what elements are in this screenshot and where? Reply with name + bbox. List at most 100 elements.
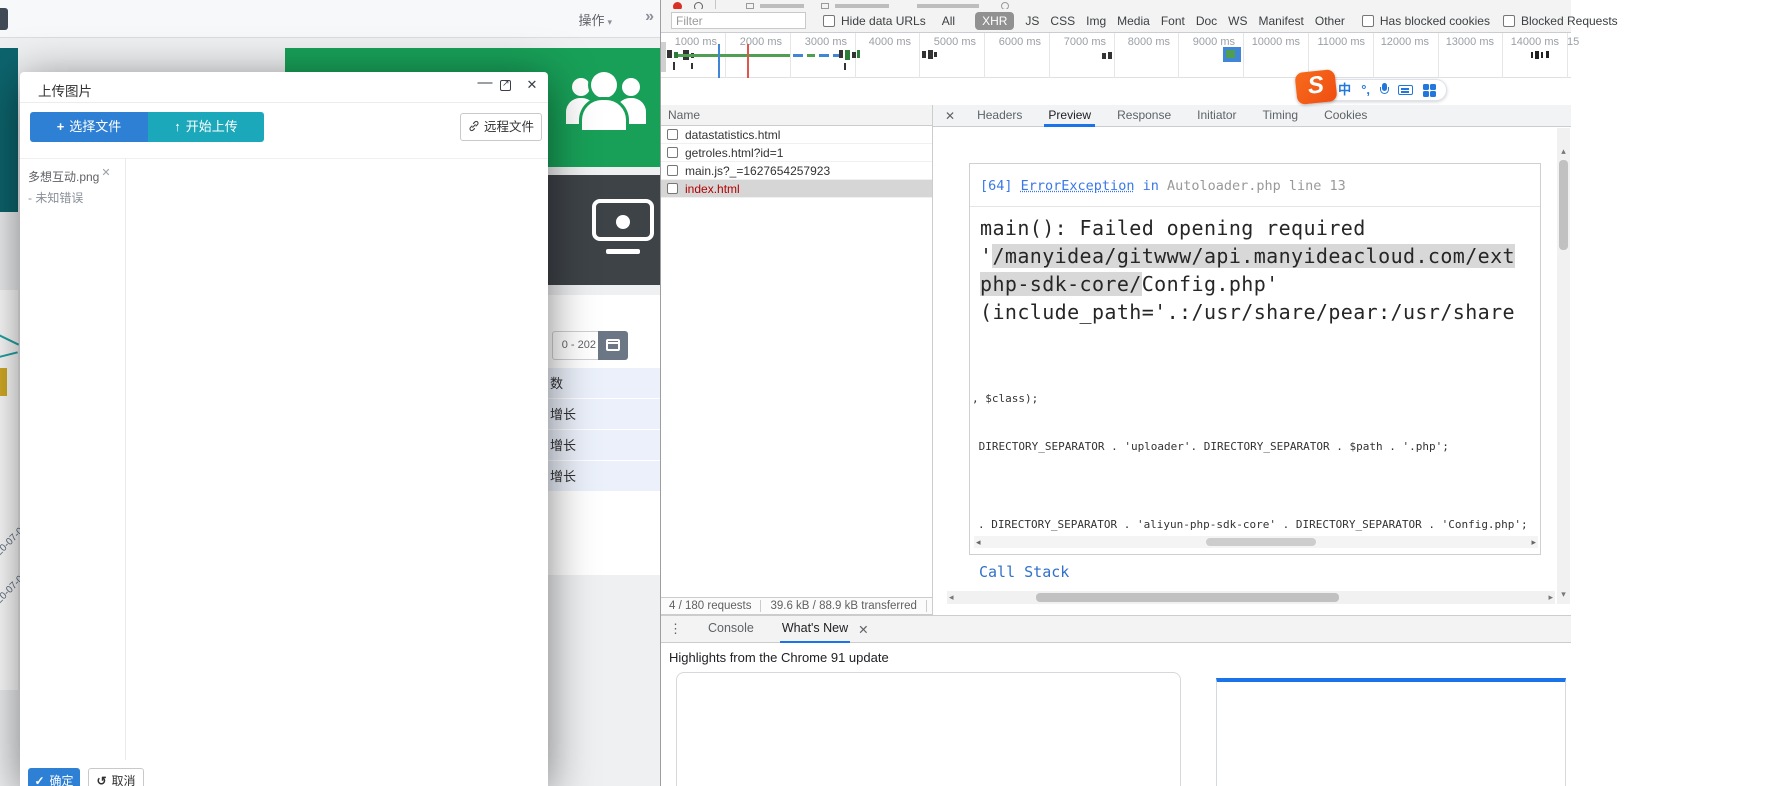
remote-file-button[interactable]: 远程文件 [460, 113, 542, 141]
tab-response[interactable]: Response [1113, 105, 1175, 127]
tab-cookies[interactable]: Cookies [1320, 105, 1371, 127]
request-row[interactable]: main.js?_=1627654257923 [661, 162, 932, 180]
blocked-requests-checkbox[interactable] [1502, 14, 1515, 27]
collapse-chevrons-icon[interactable]: » [645, 8, 654, 26]
close-drawer-tab-icon[interactable]: ✕ [858, 622, 868, 637]
divider [715, 0, 716, 9]
horizontal-scrollbar[interactable]: ◂ ▸ [974, 536, 1538, 548]
stat-list: 数 增长 增长 增长 [548, 368, 660, 492]
ruler-tick: 13000 ms [1445, 36, 1494, 48]
column-header-name[interactable]: Name [661, 105, 932, 126]
filter-type-js[interactable]: JS [1025, 14, 1039, 28]
scroll-down-icon[interactable]: ▾ [1559, 589, 1568, 600]
tab-timing[interactable]: Timing [1259, 105, 1303, 127]
filter-input[interactable] [671, 12, 806, 29]
action-dropdown[interactable]: 操作 ▾ [578, 10, 612, 29]
toolbox-grid-icon[interactable] [1423, 83, 1436, 97]
caret-down-icon: ▾ [607, 17, 612, 27]
calendar-button[interactable] [598, 331, 628, 360]
close-detail-icon[interactable]: ✕ [945, 109, 955, 123]
scroll-left-icon[interactable]: ◂ [976, 537, 981, 548]
remove-file-icon[interactable]: ✕ [101, 167, 110, 179]
sidebar-toggle-fragment[interactable] [0, 8, 8, 30]
throttling-fragment[interactable] [917, 4, 979, 8]
dialog-titlebar: 上传图片 — ↗ ✕ [20, 72, 548, 103]
minimize-icon[interactable]: — [476, 74, 494, 96]
record-icon[interactable] [673, 2, 682, 9]
network-status-bar: 4 / 180 requests 39.6 kB / 88.9 kB trans… [661, 597, 932, 615]
action-dropdown-label: 操作 [578, 13, 605, 28]
scroll-left-icon[interactable]: ◂ [949, 592, 954, 603]
filter-type-media[interactable]: Media [1117, 14, 1150, 28]
filter-type-xhr[interactable]: XHR [975, 11, 1015, 30]
scrollbar-thumb[interactable] [1559, 160, 1568, 250]
network-overview-ruler[interactable]: 1000 ms 2000 ms 3000 ms 4000 ms 5000 ms … [661, 33, 1579, 78]
filter-type-all[interactable]: All [942, 14, 955, 28]
row-checkbox[interactable] [667, 183, 678, 194]
start-upload-button[interactable]: ↑ 开始上传 [148, 112, 264, 142]
whats-new-card-highlight[interactable] [1216, 678, 1566, 786]
tab-preview[interactable]: Preview [1044, 105, 1096, 127]
chart-line-segment [0, 351, 18, 359]
tab-console[interactable]: Console [706, 615, 756, 643]
request-row-selected[interactable]: index.html [661, 180, 932, 198]
cancel-button[interactable]: ↺ 取消 [88, 768, 144, 786]
scroll-right-icon[interactable]: ▸ [1548, 592, 1553, 603]
row-checkbox[interactable] [667, 165, 678, 176]
has-blocked-cookies-label: Has blocked cookies [1379, 13, 1490, 28]
hide-data-urls-checkbox[interactable] [823, 14, 835, 27]
scroll-up-icon[interactable]: ▴ [1559, 146, 1568, 157]
filter-type-other[interactable]: Other [1315, 14, 1345, 28]
filter-type-doc[interactable]: Doc [1196, 14, 1217, 28]
ime-language-toggle[interactable]: 中 [1338, 80, 1351, 100]
row-checkbox[interactable] [667, 129, 678, 140]
clear-icon[interactable] [694, 2, 703, 9]
scrollbar-thumb[interactable] [1036, 593, 1339, 602]
close-icon[interactable]: ✕ [523, 77, 541, 99]
tab-initiator[interactable]: Initiator [1193, 105, 1240, 127]
filter-type-font[interactable]: Font [1161, 14, 1185, 28]
scroll-right-icon[interactable]: ▸ [1531, 537, 1536, 548]
scrollbar-thumb[interactable] [1206, 538, 1316, 546]
filter-type-css[interactable]: CSS [1050, 14, 1075, 28]
date-range-input[interactable]: 0 - 202 [552, 331, 598, 360]
exception-link[interactable]: ErrorException [1021, 178, 1135, 194]
call-stack-link[interactable]: Call Stack [979, 563, 1069, 581]
row-checkbox[interactable] [667, 147, 678, 158]
ruler-tick: 10000 ms [1251, 36, 1300, 48]
whats-new-card[interactable] [676, 672, 1181, 786]
detail-tab-bar: ✕ Headers Preview Response Initiator Tim… [933, 105, 1571, 127]
uploaded-file-item: 多想互动.png ✕ - 未知错误 [28, 167, 123, 206]
request-row[interactable]: getroles.html?id=1 [661, 144, 932, 162]
screenshot-root: 操作 ▾ » 2020-07-02 2020-07-0 0 - 202 数 增长… [0, 0, 1789, 786]
error-line: (include_path='.:/usr/share/pear:/usr/sh… [980, 300, 1515, 324]
has-blocked-cookies-checkbox[interactable] [1361, 14, 1374, 27]
waterfall-tick [1531, 52, 1533, 58]
link-icon [469, 120, 479, 132]
sogou-logo[interactable]: S [1294, 68, 1338, 106]
overview-handle[interactable] [661, 42, 666, 72]
filter-type-manifest[interactable]: Manifest [1259, 14, 1304, 28]
tab-whats-new[interactable]: What's New [779, 615, 851, 643]
ime-punctuation-toggle[interactable]: °, [1361, 80, 1370, 100]
waterfall-tick [1541, 52, 1543, 58]
confirm-button[interactable]: ✓ 确定 [28, 768, 80, 786]
microphone-icon[interactable] [1380, 83, 1389, 97]
ruler-tick: 8000 ms [1127, 36, 1170, 48]
request-row[interactable]: datastatistics.html [661, 126, 932, 144]
more-menu-icon[interactable]: ⋮ [669, 621, 682, 637]
stat-row: 增长 [548, 461, 660, 492]
code-snippet: , $class); DIRECTORY_SEPARATOR . 'upload… [972, 392, 1449, 453]
gear-icon[interactable] [1001, 2, 1009, 9]
filter-type-ws[interactable]: WS [1228, 14, 1247, 28]
waterfall-mark [1108, 52, 1112, 59]
pane-vertical-scrollbar[interactable]: ▴ ▾ [1557, 128, 1570, 604]
stat-card-revenue [548, 175, 660, 285]
pane-horizontal-scrollbar[interactable]: ◂ ▸ [947, 591, 1555, 604]
select-file-button[interactable]: + 选择文件 [30, 112, 148, 142]
tab-headers[interactable]: Headers [973, 105, 1026, 127]
keyboard-icon[interactable] [1398, 85, 1413, 95]
maximize-icon[interactable]: ↗ [500, 78, 511, 91]
error-line: php-sdk-core/Config.php' [980, 272, 1279, 296]
filter-type-img[interactable]: Img [1086, 14, 1106, 28]
